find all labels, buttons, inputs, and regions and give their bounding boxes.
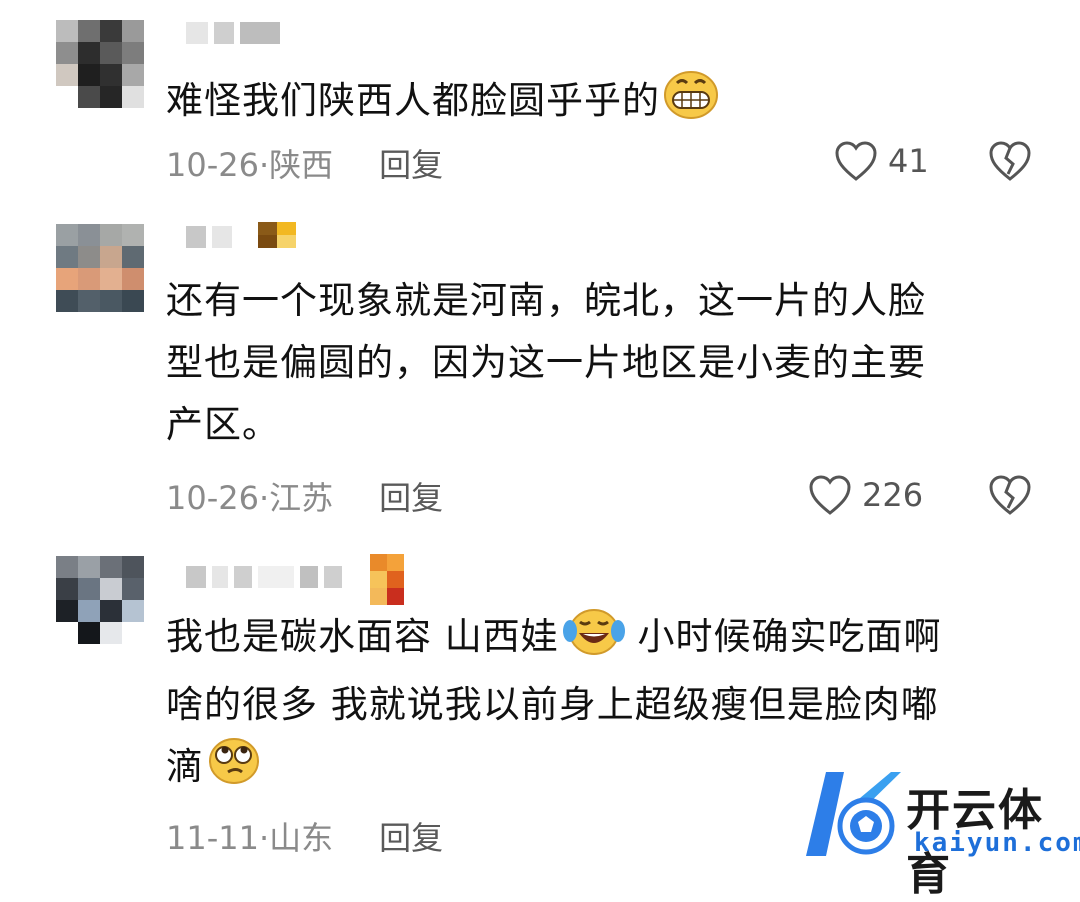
comment-2: 还有一个现象就是河南，皖北，这一片的人脸 型也是偏圆的，因为这一片地区是小麦的主…: [0, 200, 1080, 540]
comment-text-line: 啥的很多 我就说我以前身上超级瘦但是脸肉嘟: [166, 683, 939, 726]
username-blurred[interactable]: [186, 564, 342, 590]
comment-text-line: 我也是碳水面容 山西娃 小时候确实吃面啊: [166, 606, 1026, 674]
comment-text-line: 难怪我们陕西人都脸圆乎乎的: [166, 79, 660, 122]
date-location: 11-11·山东: [166, 819, 334, 857]
like-button[interactable]: 41: [834, 140, 929, 182]
comment-text-line: 型也是偏圆的，因为这一片地区是小麦的主要: [166, 341, 926, 384]
avatar[interactable]: [56, 224, 144, 312]
avatar[interactable]: [56, 556, 144, 644]
comment-meta: 10-26·江苏 回复: [166, 473, 443, 519]
reply-button[interactable]: 回复: [379, 813, 443, 859]
heart-icon: [809, 475, 851, 515]
like-count: 226: [862, 476, 924, 514]
user-badge: [370, 554, 404, 605]
grinning-face-icon: [664, 71, 718, 138]
reply-button[interactable]: 回复: [379, 473, 443, 519]
username-blurred[interactable]: [186, 20, 280, 46]
comment-meta: 10-26·陕西 回复: [166, 140, 443, 186]
watermark: 开云体育 kaiyun.com: [796, 764, 1080, 900]
comment-text-segment: 滴: [166, 745, 204, 788]
comment-text: 还有一个现象就是河南，皖北，这一片的人脸 型也是偏圆的，因为这一片地区是小麦的主…: [166, 270, 1026, 456]
comment-meta: 11-11·山东 回复: [166, 813, 443, 859]
watermark-domain: kaiyun.com: [914, 828, 1080, 858]
dislike-icon[interactable]: [988, 474, 1032, 516]
comment-text-segment: 小时候确实吃面啊: [624, 615, 942, 658]
like-count: 41: [888, 142, 929, 180]
comment-text-line: 还有一个现象就是河南，皖北，这一片的人脸: [166, 279, 926, 322]
date-location: 10-26·江苏: [166, 479, 334, 517]
comment-1: 难怪我们陕西人都脸圆乎乎的 10-26·陕西 回复 41: [0, 0, 1080, 200]
crying-laughing-face-icon: [562, 607, 625, 674]
date-location: 10-26·陕西: [166, 146, 334, 184]
dislike-icon[interactable]: [988, 140, 1032, 182]
rolling-eyes-face-icon: [208, 737, 260, 804]
avatar[interactable]: [56, 20, 144, 108]
user-badge: [258, 222, 296, 248]
comment-text-line: 产区。: [166, 403, 280, 446]
reply-button[interactable]: 回复: [379, 140, 443, 186]
kaiyun-logo-icon: [806, 772, 901, 856]
username-blurred[interactable]: [186, 224, 232, 250]
like-button[interactable]: 226: [808, 474, 923, 516]
comment-text-segment: 我也是碳水面容 山西娃: [166, 615, 559, 658]
heart-icon: [835, 141, 877, 181]
comment-text: 难怪我们陕西人都脸圆乎乎的: [166, 70, 1026, 138]
